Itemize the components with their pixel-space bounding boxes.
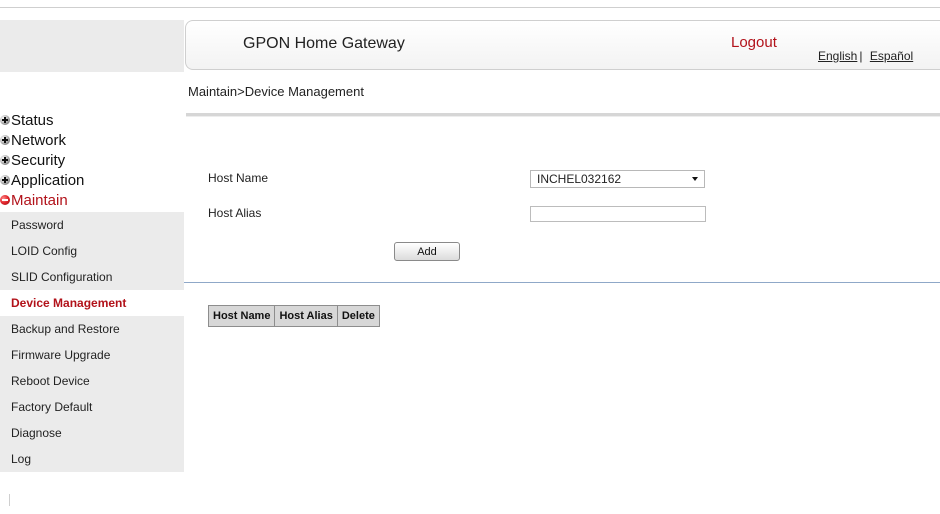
sidebar-category-network[interactable]: Network <box>0 130 184 150</box>
column-header-host-name: Host Name <box>207 305 276 327</box>
sidebar-item-diagnose[interactable]: Diagnose <box>0 420 184 446</box>
host-table: Host Name Host Alias Delete <box>207 305 380 327</box>
lang-english-link[interactable]: English <box>818 49 857 63</box>
sidebar-category-label: Application <box>11 171 85 189</box>
sidebar-item-device-management[interactable]: Device Management <box>0 290 184 316</box>
sidebar-item-factory-default[interactable]: Factory Default <box>0 394 184 420</box>
content-divider <box>184 282 940 283</box>
host-name-select[interactable]: INCHEL032162 <box>530 170 705 188</box>
top-border-line <box>0 7 940 8</box>
sidebar-submenu: Password LOID Config SLID Configuration … <box>0 212 184 472</box>
table-header-row: Host Name Host Alias Delete <box>207 305 380 327</box>
sidebar-category-application[interactable]: Application <box>0 170 184 190</box>
language-switch: English | Español <box>818 49 913 63</box>
sidebar-item-firmware-upgrade[interactable]: Firmware Upgrade <box>0 342 184 368</box>
lang-spanish-link[interactable]: Español <box>870 49 913 63</box>
plus-circle-icon <box>0 135 10 145</box>
column-header-host-alias: Host Alias <box>274 305 338 327</box>
plus-circle-icon <box>0 155 10 165</box>
sidebar-item-log[interactable]: Log <box>0 446 184 472</box>
plus-circle-icon <box>0 115 10 125</box>
logout-link[interactable]: Logout <box>731 34 777 51</box>
sidebar-item-slid-configuration[interactable]: SLID Configuration <box>0 264 184 290</box>
sidebar-category-label: Security <box>11 151 66 169</box>
sidebar-item-backup-restore[interactable]: Backup and Restore <box>0 316 184 342</box>
sidebar-item-password[interactable]: Password <box>0 212 184 238</box>
section-divider <box>186 113 940 117</box>
sidebar-category-label: Status <box>11 111 54 129</box>
sidebar-category-security[interactable]: Security <box>0 150 184 170</box>
sidebar-item-loid-config[interactable]: LOID Config <box>0 238 184 264</box>
lang-separator: | <box>859 49 863 63</box>
header-bar: GPON Home Gateway Logout English | Españo… <box>185 20 940 70</box>
host-name-label: Host Name <box>208 171 269 185</box>
sidebar-category-maintain[interactable]: Maintain <box>0 190 184 210</box>
sidebar-category-label: Maintain <box>11 191 68 209</box>
host-name-selected-value: INCHEL032162 <box>537 172 622 186</box>
app-title: GPON Home Gateway <box>243 35 405 52</box>
sidebar-category-label: Network <box>11 131 67 149</box>
host-alias-label: Host Alias <box>208 206 262 220</box>
minus-circle-icon <box>0 195 10 205</box>
breadcrumb: Maintain>Device Management <box>188 84 364 99</box>
host-alias-input[interactable] <box>530 206 706 222</box>
column-header-delete: Delete <box>336 305 380 327</box>
sidebar-item-reboot-device[interactable]: Reboot Device <box>0 368 184 394</box>
logo-area <box>0 20 184 72</box>
add-button[interactable]: Add <box>394 242 460 261</box>
sidebar-category-status[interactable]: Status <box>0 110 184 130</box>
scroll-edge-mark <box>9 494 10 506</box>
plus-circle-icon <box>0 175 10 185</box>
chevron-down-icon <box>692 177 698 181</box>
sidebar: Status Network Security Application Main… <box>0 110 184 472</box>
